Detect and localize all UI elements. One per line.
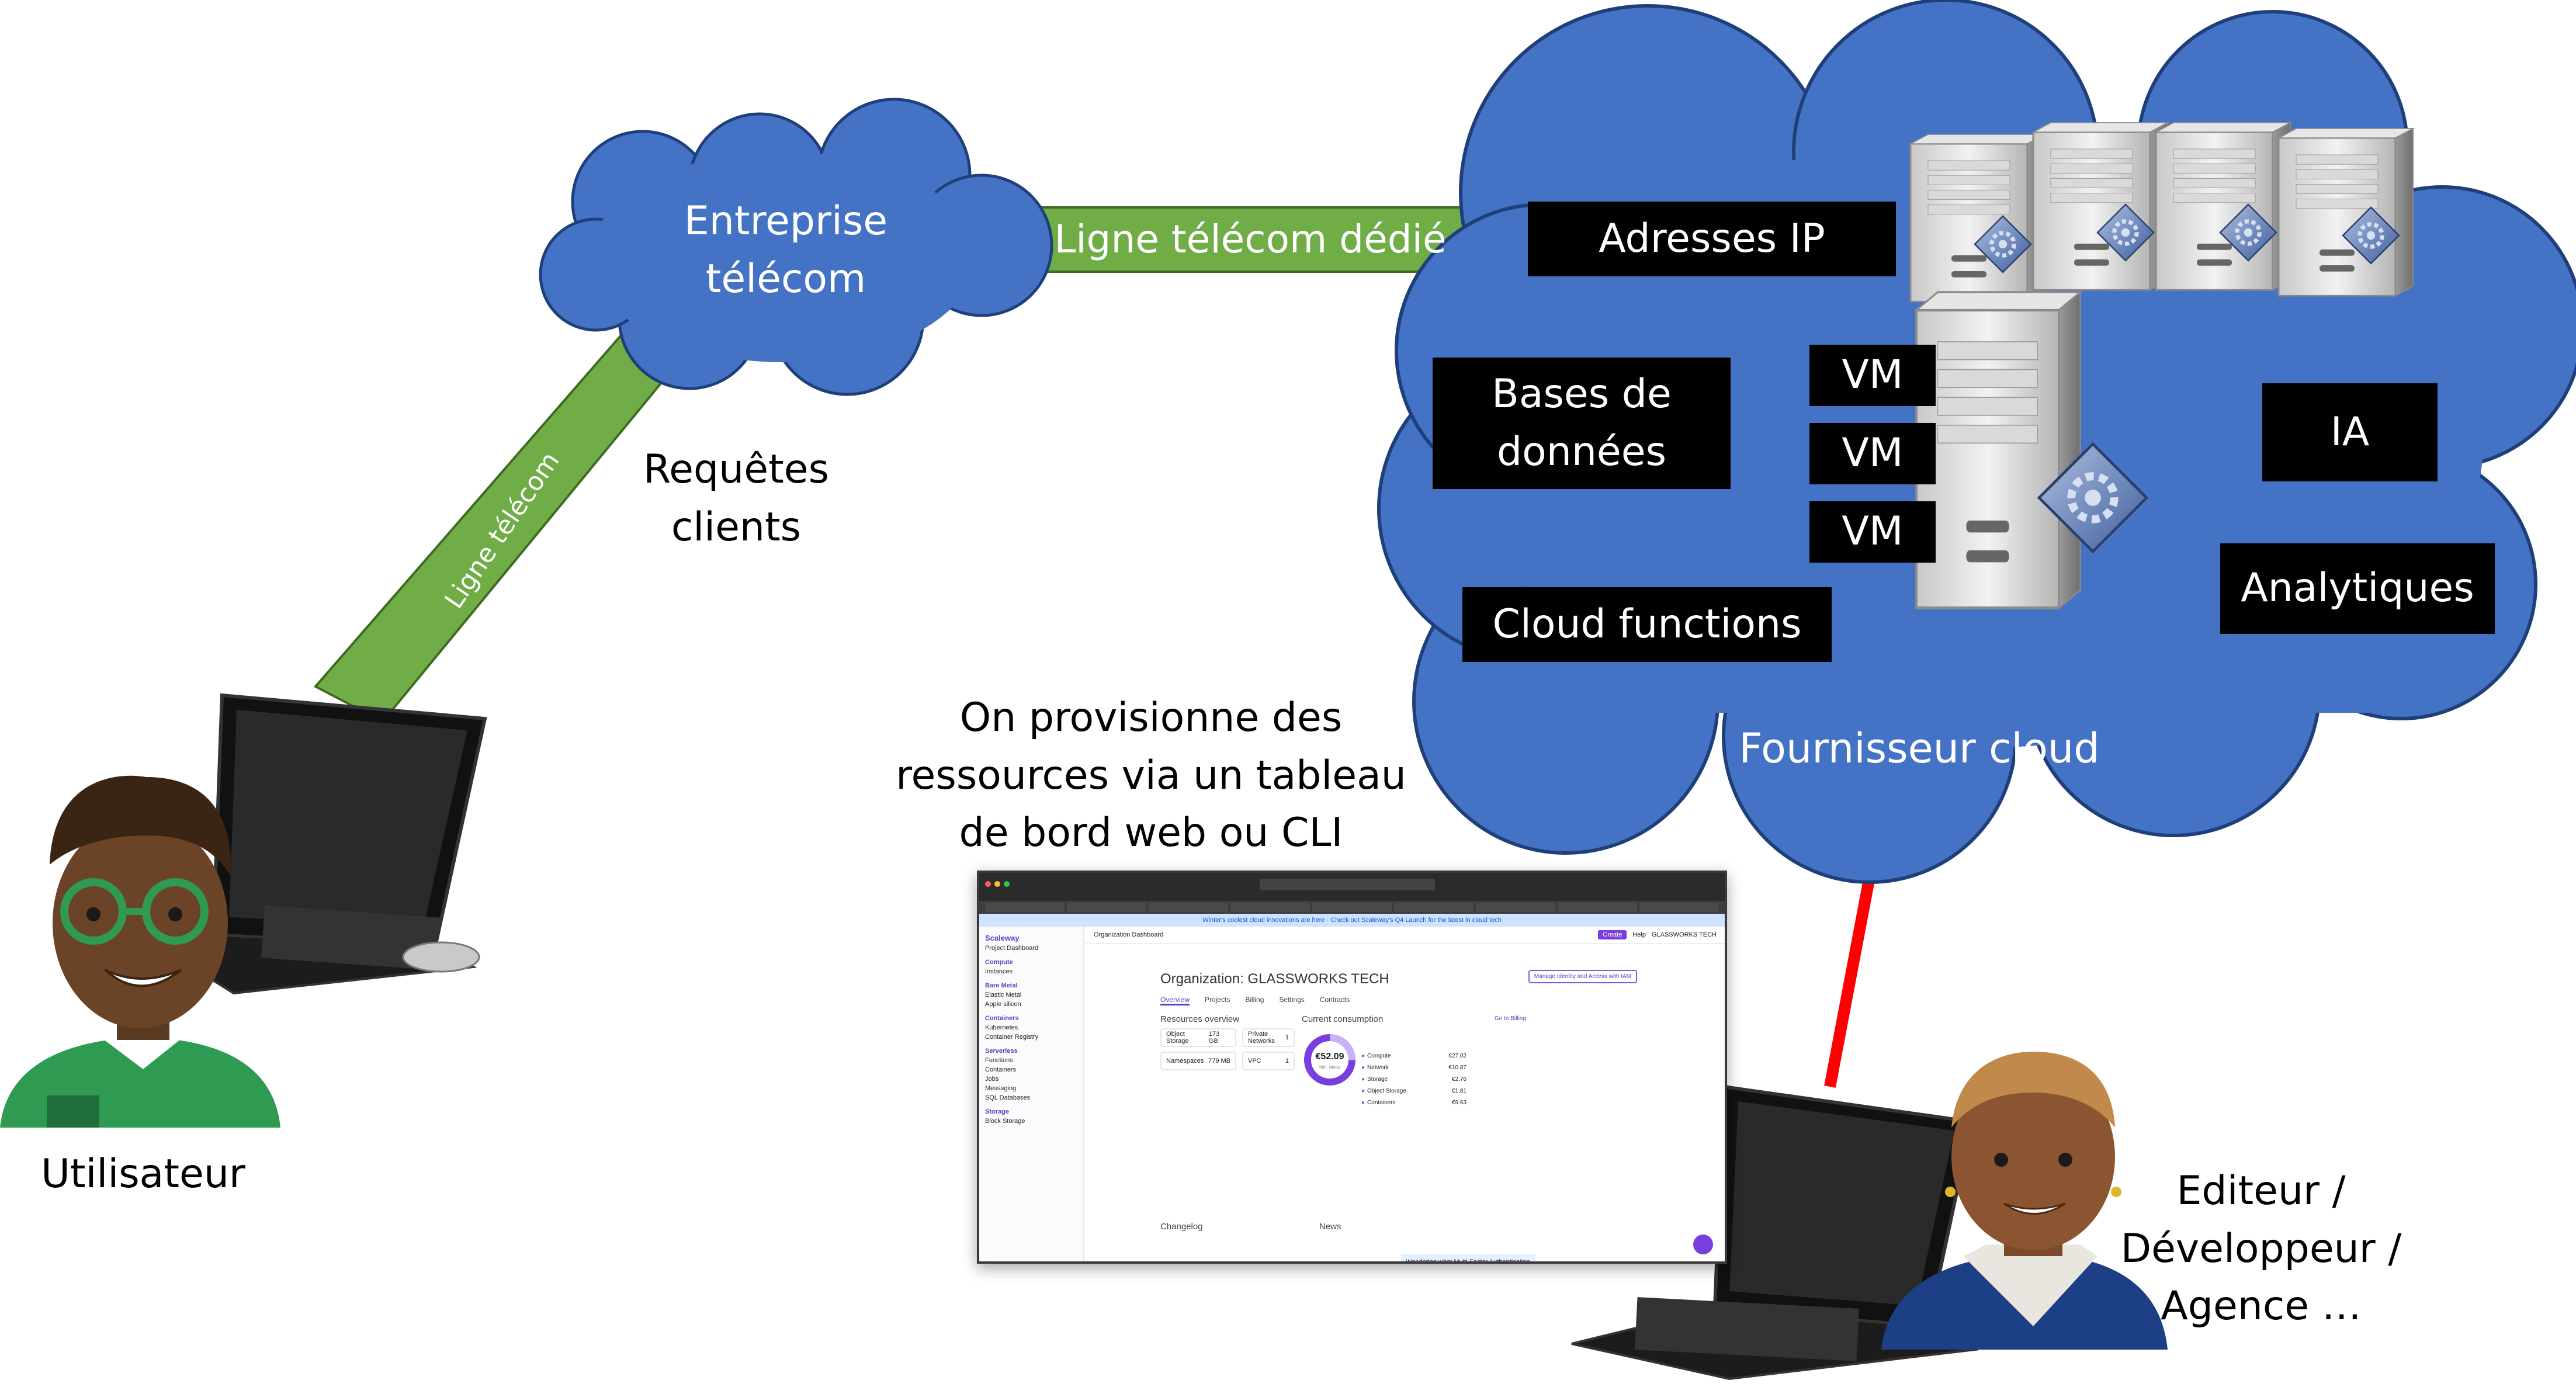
sidebar-item[interactable]: Functions — [985, 1057, 1077, 1064]
resource-card[interactable]: VPC 1 — [1242, 1052, 1295, 1070]
vm-box-3: VM — [1809, 501, 1936, 563]
legend-item: Compute€27.02 — [1361, 1050, 1466, 1062]
legend-item: Storage€2.76 — [1361, 1074, 1466, 1086]
console-main: Organization Dashboard Create Help GLASS… — [1086, 927, 1725, 1261]
tab-projects[interactable]: Projects — [1205, 996, 1230, 1005]
chat-button[interactable] — [1693, 1235, 1713, 1254]
server-icon — [2277, 127, 2414, 297]
sidebar-item[interactable]: SQL Databases — [985, 1094, 1077, 1101]
provision-label: On provisionne des ressources via un tab… — [896, 695, 1406, 857]
laptop-icon — [185, 693, 487, 995]
vm-box-1: VM — [1809, 345, 1936, 406]
resource-card[interactable]: Private Networks 1 — [1242, 1028, 1295, 1047]
tab-overview[interactable]: Overview — [1160, 996, 1190, 1005]
consumption-legend: Compute€27.02 Network€10.87 Storage€2.76… — [1361, 1050, 1466, 1109]
legend-item: Network€10.87 — [1361, 1062, 1466, 1074]
sidebar-item[interactable]: Messaging — [985, 1085, 1077, 1092]
fournisseur-cloud-label: Fournisseur cloud — [1739, 724, 2100, 772]
resource-card[interactable]: Namespaces 779 MB — [1160, 1052, 1236, 1070]
cloud-functions-box: Cloud functions — [1462, 587, 1832, 662]
sidebar-section[interactable]: Containers — [985, 1015, 1077, 1022]
brand-logo: Scaleway — [985, 934, 1020, 942]
ia-box: IA — [2262, 383, 2438, 481]
adresses-ip-box: Adresses IP — [1528, 202, 1896, 276]
sidebar-section[interactable]: Storage — [985, 1108, 1077, 1115]
breadcrumb[interactable]: Organization Dashboard — [1094, 931, 1163, 938]
ligne-dediee-label: Ligne télécom dédié — [1054, 217, 1447, 262]
resources-heading: Resources overview — [1160, 1014, 1240, 1024]
org-switcher[interactable]: GLASSWORKS TECH — [1652, 931, 1717, 938]
go-billing-link[interactable]: Go to Billing — [1495, 1015, 1526, 1022]
sidebar-section[interactable]: Serverless — [985, 1048, 1077, 1055]
news-card[interactable]: Wondering what Multi-Factor Authenticati… — [1401, 1254, 1535, 1261]
consumption-total-caption: Incl. taxes — [1319, 1064, 1340, 1070]
changelog-heading: Changelog — [1160, 1222, 1203, 1232]
consumption-heading: Current consumption — [1302, 1014, 1384, 1024]
legend-item: Object Storage€1.81 — [1361, 1086, 1466, 1097]
tab-billing[interactable]: Billing — [1245, 996, 1264, 1005]
sidebar-item[interactable]: Container Registry — [985, 1034, 1077, 1041]
sidebar-item[interactable]: Project Dashboard — [985, 945, 1077, 952]
console-topbar: Organization Dashboard Create Help GLASS… — [1086, 927, 1725, 944]
bases-de-donnees-box: Bases de données — [1433, 358, 1731, 489]
utilisateur-label: Utilisateur — [41, 1151, 245, 1197]
sidebar-item[interactable]: Elastic Metal — [985, 991, 1077, 998]
resource-card[interactable]: Object Storage 173 GB — [1160, 1028, 1236, 1047]
console-sidebar: Scaleway Project Dashboard Compute Insta… — [979, 927, 1084, 1261]
server-icon — [1909, 133, 2046, 303]
sidebar-item[interactable]: Containers — [985, 1066, 1077, 1073]
announcement-banner[interactable]: Winter's coolest cloud innovations are h… — [979, 914, 1725, 927]
org-tabs: Overview Projects Billing Settings Contr… — [1160, 996, 1350, 1005]
manage-iam-button[interactable]: Manage Identity and Access with IAM — [1528, 970, 1637, 983]
browser-chrome — [979, 873, 1725, 901]
tab-contracts[interactable]: Contracts — [1320, 996, 1350, 1005]
create-button[interactable]: Create — [1598, 930, 1627, 939]
browser-tabs — [979, 901, 1725, 914]
editeur-label: Editeur / Développeur / Agence … — [2120, 1168, 2402, 1330]
server-icon — [2155, 122, 2291, 291]
sidebar-section[interactable]: Bare Metal — [985, 982, 1077, 989]
sidebar-item[interactable]: Jobs — [985, 1076, 1077, 1083]
help-button[interactable]: Help — [1632, 931, 1646, 938]
page-title: Organization: GLASSWORKS TECH — [1160, 971, 1389, 987]
legend-item: Containers€9.63 — [1361, 1097, 1466, 1109]
requetes-clients-label: Requêtes clients — [643, 446, 830, 550]
vm-box-2: VM — [1809, 423, 1936, 484]
server-icon — [2032, 122, 2169, 291]
sidebar-item[interactable]: Block Storage — [985, 1118, 1077, 1125]
analytiques-box: Analytiques — [2220, 543, 2495, 634]
sidebar-item[interactable]: Apple silicon — [985, 1001, 1077, 1008]
sidebar-item[interactable]: Instances — [985, 968, 1077, 975]
dashboard-screenshot: Winter's coolest cloud innovations are h… — [977, 871, 1727, 1264]
sidebar-section[interactable]: Compute — [985, 959, 1077, 966]
consumption-total: €52.09 — [1315, 1052, 1344, 1062]
tab-settings[interactable]: Settings — [1279, 996, 1304, 1005]
news-heading: News — [1319, 1222, 1341, 1232]
sidebar-item[interactable]: Kubernetes — [985, 1024, 1077, 1031]
entreprise-telecom-label: Entreprise télécom — [684, 198, 888, 302]
